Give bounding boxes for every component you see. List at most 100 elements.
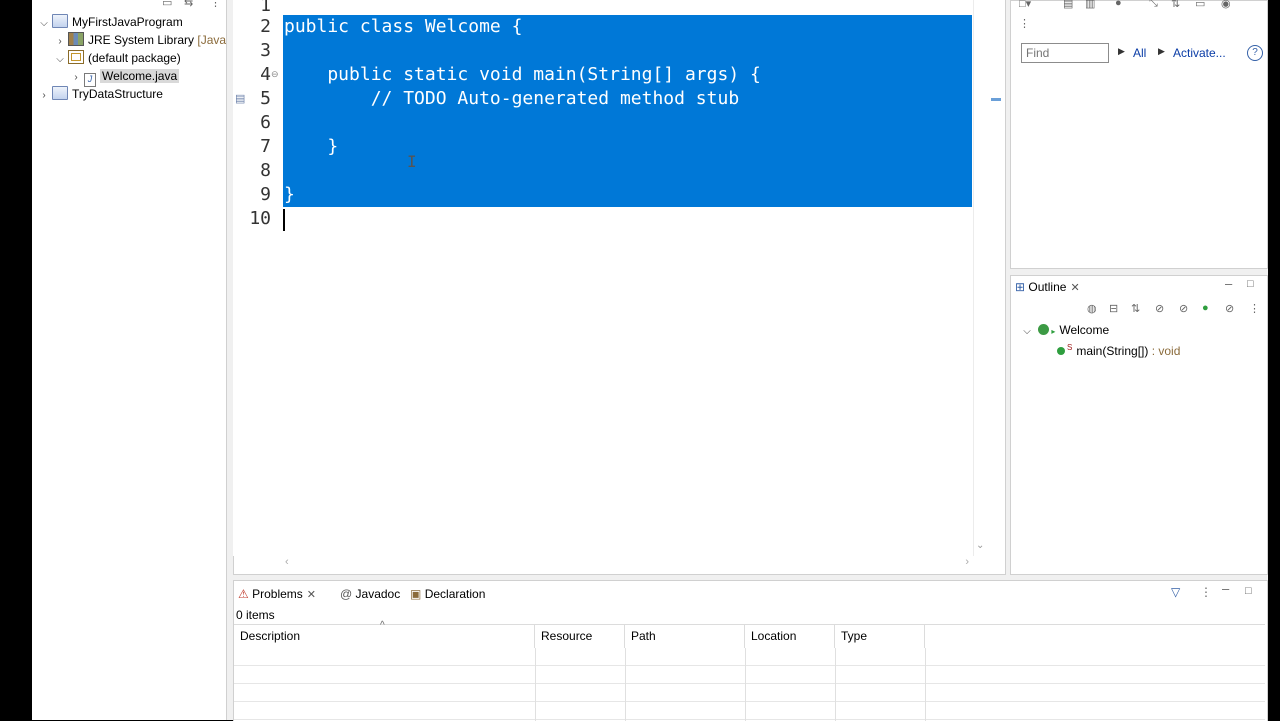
column-divider xyxy=(835,648,836,721)
scroll-left-icon[interactable]: ‹ xyxy=(285,556,289,568)
all-link[interactable]: All xyxy=(1133,46,1146,60)
close-icon[interactable]: ✕ xyxy=(307,589,316,601)
sync-icon[interactable]: ⇅ xyxy=(1171,0,1180,10)
chevron-right-icon[interactable]: › xyxy=(38,87,50,105)
code-line: public class Welcome { xyxy=(284,16,523,37)
line-number: 6 xyxy=(260,112,271,133)
line-number: 2 xyxy=(260,16,271,37)
column-header-resource[interactable]: Resource xyxy=(535,624,625,648)
tab-label: Problems xyxy=(252,587,303,601)
filter-icon[interactable]: ▽ xyxy=(1171,585,1180,599)
activate-link[interactable]: Activate... xyxy=(1173,46,1226,60)
tree-item-project[interactable]: ⌵ MyFirstJavaProgram xyxy=(38,13,183,31)
table-row xyxy=(234,702,1265,720)
hide-static-icon[interactable]: ⊘ xyxy=(1179,302,1188,315)
line-number-ruler: 1 2 3 4 5 6 7 8 9 10 ⊖ ▤ xyxy=(233,0,281,556)
scroll-right-icon[interactable]: › xyxy=(965,556,969,568)
tree-item-welcome-java[interactable]: › J Welcome.java xyxy=(70,67,180,87)
table-row xyxy=(234,648,1265,666)
tree-item-jre-library[interactable]: ›JRE System Library [JavaSE xyxy=(54,31,226,49)
tree-item-trydatastructure[interactable]: › TryDataStructure xyxy=(38,85,163,103)
package-explorer: ▭ ⇆ ⋮ ⌵ MyFirstJavaProgram › JRE System Li… xyxy=(32,0,227,720)
column-label: Type xyxy=(841,629,868,643)
minimize-icon[interactable]: – xyxy=(1225,276,1232,291)
chevron-down-icon[interactable]: ⌵ xyxy=(38,15,50,33)
close-icon[interactable]: ✕ xyxy=(1070,282,1079,294)
column-header-location[interactable]: Location xyxy=(745,624,835,648)
task-marker[interactable] xyxy=(991,98,1001,101)
view-menu-icon[interactable]: ⋮ xyxy=(1200,585,1212,599)
tree-item-label: JRE System Library xyxy=(88,33,195,47)
javadoc-icon: @ xyxy=(340,587,353,601)
sort-icon[interactable]: ⇅ xyxy=(1131,302,1140,315)
fold-collapse-icon[interactable]: ⊖ xyxy=(271,69,279,80)
task-marker-icon[interactable]: ▤ xyxy=(235,92,245,105)
scroll-down-icon[interactable]: ⌄ xyxy=(976,540,984,551)
maximize-icon[interactable]: □ xyxy=(1247,278,1254,290)
column-label: Description xyxy=(240,629,301,643)
tree-item-label: (default package) xyxy=(88,51,181,65)
focus-icon[interactable]: ◍ xyxy=(1087,302,1097,315)
view-menu-icon[interactable]: ⋮ xyxy=(210,0,221,9)
outline-item-method[interactable]: Smain(String[]) : void xyxy=(1057,339,1180,358)
class-icon xyxy=(1038,324,1050,335)
declaration-icon: ▣ xyxy=(410,587,422,601)
collapse-icon[interactable]: ⤡ xyxy=(1149,0,1158,10)
column-divider xyxy=(535,648,536,721)
help-icon[interactable]: ? xyxy=(1247,45,1263,61)
tab-declaration[interactable]: ▣ Declaration xyxy=(410,585,485,603)
code-line: public static void main(String[] args) { xyxy=(284,64,761,85)
text-selection xyxy=(283,15,972,207)
chevron-down-icon[interactable]: ⌵ xyxy=(1021,323,1033,341)
tab-javadoc[interactable]: @ Javadoc xyxy=(340,585,400,603)
view-menu-icon[interactable]: ⋮ xyxy=(1249,302,1260,315)
project-icon xyxy=(52,14,68,28)
link-editor-icon[interactable]: ⇆ xyxy=(184,0,193,9)
problems-panel: ⚠ Problems ✕ @ Javadoc ▣ Declaration ▽ ⋮ … xyxy=(233,580,1268,721)
outline-item-label: Welcome xyxy=(1059,323,1110,337)
collapse-all-icon[interactable]: ▭ xyxy=(162,0,172,9)
line-number: 9 xyxy=(260,184,271,205)
hide-local-types-icon[interactable]: ⊘ xyxy=(1225,302,1234,315)
column-header-path[interactable]: Path xyxy=(625,624,745,648)
problems-icon: ⚠ xyxy=(238,587,249,601)
collapse-all-icon[interactable]: ⊟ xyxy=(1109,302,1118,315)
ibeam-cursor-icon: I xyxy=(407,152,417,171)
column-divider xyxy=(745,648,746,721)
minimize-icon[interactable]: – xyxy=(1222,581,1229,596)
library-icon xyxy=(68,32,84,46)
column-header-description[interactable]: Description ^ xyxy=(234,620,535,648)
horizontal-scrollbar[interactable]: ‹ › xyxy=(283,556,973,572)
find-input[interactable] xyxy=(1021,43,1109,63)
chevron-down-icon[interactable]: ⌵ xyxy=(54,51,66,69)
view-menu-icon[interactable]: ⋮ xyxy=(1019,17,1030,30)
sort-ascending-icon: ^ xyxy=(380,620,385,631)
code-line: } xyxy=(284,184,295,205)
minimize-icon[interactable]: ▭ xyxy=(1195,0,1205,10)
table-row xyxy=(234,684,1265,702)
hide-fields-icon[interactable]: ⊘ xyxy=(1155,302,1164,315)
scheduled-icon[interactable]: ▥ xyxy=(1085,0,1095,10)
outline-icon: ⊞ xyxy=(1015,280,1026,294)
filter-icon[interactable]: ● xyxy=(1115,0,1122,9)
connect-icon[interactable]: ◉ xyxy=(1221,0,1231,10)
package-icon xyxy=(68,50,84,64)
task-list-panel: □▾ ▤ ▥ ● ⤡ ⇅ ▭ ◉ ⋮ xyxy=(1010,0,1268,269)
hide-nonpublic-icon[interactable]: ● xyxy=(1202,302,1209,314)
column-label: Resource xyxy=(541,629,593,643)
line-number: 4 xyxy=(260,64,271,85)
code-line: // TODO Auto-generated method stub xyxy=(284,88,740,109)
tab-problems[interactable]: ⚠ Problems ✕ xyxy=(238,585,316,603)
column-header-type[interactable]: Type xyxy=(835,624,925,648)
tree-item-default-package[interactable]: ⌵ (default package) xyxy=(54,49,181,67)
new-task-icon[interactable]: □▾ xyxy=(1019,0,1031,10)
outline-item-class[interactable]: ⌵ ▸ Welcome xyxy=(1021,321,1109,339)
run-marker-icon: ▸ xyxy=(1051,327,1056,336)
categorize-icon[interactable]: ▤ xyxy=(1063,0,1073,10)
triangle-right-icon: ▶ xyxy=(1158,46,1165,56)
overview-ruler[interactable]: ⌄ xyxy=(973,0,1004,556)
project-icon xyxy=(52,86,68,100)
line-number: 8 xyxy=(260,160,271,181)
maximize-icon[interactable]: □ xyxy=(1245,585,1252,597)
column-label: Location xyxy=(751,629,797,643)
